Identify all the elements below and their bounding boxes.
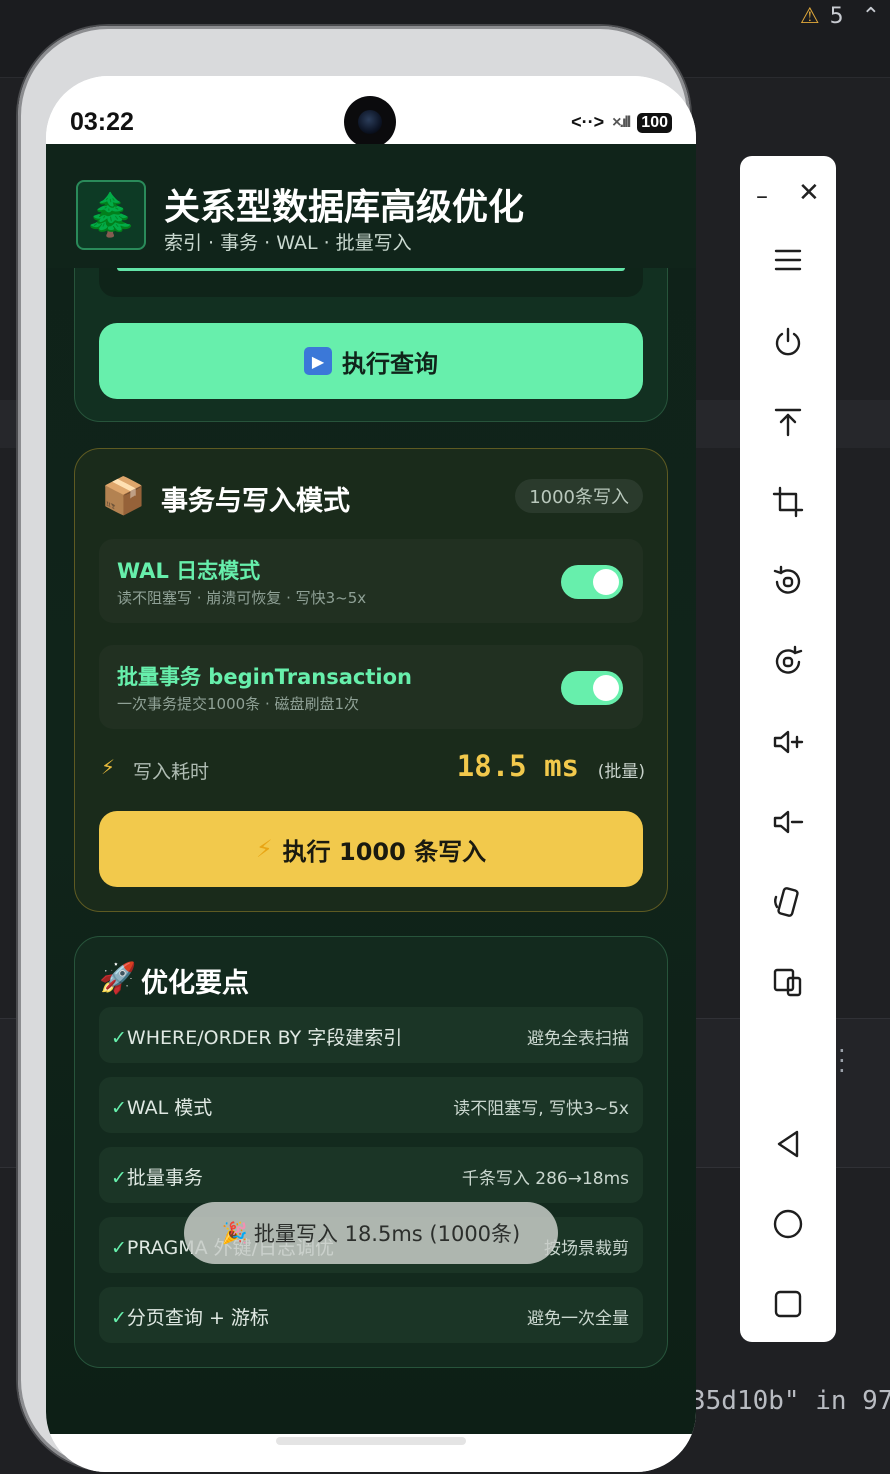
volume-down-icon[interactable] <box>762 796 814 848</box>
toolbar-window-controls: – ✕ <box>740 168 836 210</box>
phone-frame: 03:22 <··> ×.ıll 100 🌲 关系型数据库高级优化 索引 · 事… <box>18 26 696 1472</box>
rotate-left-icon[interactable] <box>762 556 814 608</box>
toast-message: 🎉 批量写入 18.5ms (1000条) <box>184 1202 558 1264</box>
check-icon: ✓ <box>111 1307 127 1329</box>
phone-screen: 03:22 <··> ×.ıll 100 🌲 关系型数据库高级优化 索引 · 事… <box>46 76 696 1472</box>
more-options-icon[interactable]: · · · <box>838 1039 846 1083</box>
signal-icon: ×.ıll <box>612 113 631 131</box>
write-latency-row: ⚡ 写入耗时 18.5 ms (批量) <box>101 745 645 793</box>
status-time: 03:22 <box>70 108 134 136</box>
warning-icon: ⚠ <box>799 4 820 29</box>
rocket-icon: 🚀 <box>99 961 137 996</box>
play-icon: ▶ <box>304 347 332 375</box>
run-query-label: 执行查询 <box>342 349 438 378</box>
transaction-card: 📦 事务与写入模式 1000条写入 WAL 日志模式 读不阻塞写 · 崩溃可恢复… <box>74 448 668 912</box>
menu-icon[interactable] <box>762 234 814 286</box>
tip-text: WAL 模式 <box>126 1097 213 1119</box>
battery-icon: 100 <box>637 112 672 133</box>
page-subtitle: 索引 · 事务 · WAL · 批量写入 <box>164 232 412 254</box>
upload-icon[interactable] <box>762 396 814 448</box>
tip-text: WHERE/ORDER BY 字段建索引 <box>126 1027 403 1049</box>
check-icon: ✓ <box>111 1237 127 1259</box>
tip-row: ✓WHERE/ORDER BY 字段建索引 避免全表扫描 <box>99 1007 643 1063</box>
multi-display-icon[interactable] <box>762 956 814 1008</box>
check-icon: ✓ <box>111 1027 127 1049</box>
status-bar: 03:22 <··> ×.ıll 100 <box>46 76 696 148</box>
tip-note: 避免全表扫描 <box>527 1029 629 1049</box>
app-content[interactable]: 🌲 关系型数据库高级优化 索引 · 事务 · WAL · 批量写入 ▶ 执行查询… <box>46 144 696 1434</box>
minimize-icon[interactable]: – <box>756 182 768 210</box>
batch-transaction-toggle[interactable] <box>561 671 623 705</box>
warning-count: 5 <box>829 4 844 29</box>
optimization-tips-card: 🚀 优化要点 ✓WHERE/ORDER BY 字段建索引 避免全表扫描 ✓WAL… <box>74 936 668 1368</box>
ide-code-text: 35d10b" in 97 <box>690 1386 890 1416</box>
check-icon: ✓ <box>111 1097 127 1119</box>
wal-mode-option[interactable]: WAL 日志模式 读不阻塞写 · 崩溃可恢复 · 写快3~5x <box>99 539 643 623</box>
tip-row: ✓批量事务 千条写入 286→18ms <box>99 1147 643 1203</box>
page-title: 关系型数据库高级优化 <box>164 187 525 228</box>
camera-cutout <box>344 96 396 148</box>
lightning-icon: ⚡ <box>101 755 116 779</box>
tip-row: ✓分页查询 + 游标 避免一次全量 <box>99 1287 643 1343</box>
data-transfer-icon: <··> <box>571 112 605 132</box>
tip-note: 千条写入 286→18ms <box>461 1169 629 1189</box>
overview-icon[interactable] <box>762 1278 814 1330</box>
latency-value: 18.5 ms <box>456 749 579 783</box>
tips-card-title: 优化要点 <box>141 968 249 999</box>
party-popper-icon: 🎉 <box>221 1220 248 1245</box>
emulator-toolbar: – ✕ <box>740 156 836 1342</box>
check-icon: ✓ <box>111 1167 127 1189</box>
latency-mode: (批量) <box>597 762 645 782</box>
rotate-right-icon[interactable] <box>762 636 814 688</box>
run-query-button[interactable]: ▶ 执行查询 <box>99 323 643 399</box>
batch-transaction-option[interactable]: 批量事务 beginTransaction 一次事务提交1000条 · 磁盘刷盘… <box>99 645 643 729</box>
power-icon[interactable] <box>762 316 814 368</box>
tree-logo-icon: 🌲 <box>76 180 146 250</box>
home-indicator[interactable] <box>276 1437 466 1445</box>
transaction-card-title: 事务与写入模式 <box>161 486 350 517</box>
tip-row: ✓WAL 模式 读不阻塞写, 写快3~5x <box>99 1077 643 1133</box>
execute-write-button[interactable]: ⚡ 执行 1000 条写入 <box>99 811 643 887</box>
tip-text: 分页查询 + 游标 <box>126 1307 269 1329</box>
chevron-up-icon[interactable]: ⌃ <box>862 4 880 29</box>
tip-note: 避免一次全量 <box>527 1309 629 1329</box>
batch-transaction-desc: 一次事务提交1000条 · 磁盘刷盘1次 <box>117 695 360 713</box>
home-icon[interactable] <box>762 1198 814 1250</box>
tip-note: 读不阻塞写, 写快3~5x <box>453 1099 629 1119</box>
fold-icon[interactable] <box>762 876 814 928</box>
write-count-badge: 1000条写入 <box>515 479 643 513</box>
app-header: 🌲 关系型数据库高级优化 索引 · 事务 · WAL · 批量写入 <box>46 144 696 268</box>
toast-text: 批量写入 18.5ms (1000条) <box>253 1222 521 1246</box>
wal-mode-desc: 读不阻塞写 · 崩溃可恢复 · 写快3~5x <box>117 589 367 607</box>
close-icon[interactable]: ✕ <box>798 178 820 208</box>
back-icon[interactable] <box>762 1118 814 1170</box>
lightning-icon: ⚡ <box>255 835 273 863</box>
status-icons: <··> ×.ıll 100 <box>571 112 672 133</box>
wal-mode-title: WAL 日志模式 <box>117 559 261 583</box>
batch-transaction-title: 批量事务 beginTransaction <box>117 665 412 689</box>
ide-warning-indicator[interactable]: ⚠ 5 ⌃ <box>800 4 880 29</box>
volume-up-icon[interactable] <box>762 716 814 768</box>
package-icon: 📦 <box>101 476 146 517</box>
wal-mode-toggle[interactable] <box>561 565 623 599</box>
execute-write-label: 执行 1000 条写入 <box>282 837 487 866</box>
crop-icon[interactable] <box>762 476 814 528</box>
tip-text: 批量事务 <box>126 1167 203 1189</box>
latency-label: 写入耗时 <box>133 761 210 783</box>
